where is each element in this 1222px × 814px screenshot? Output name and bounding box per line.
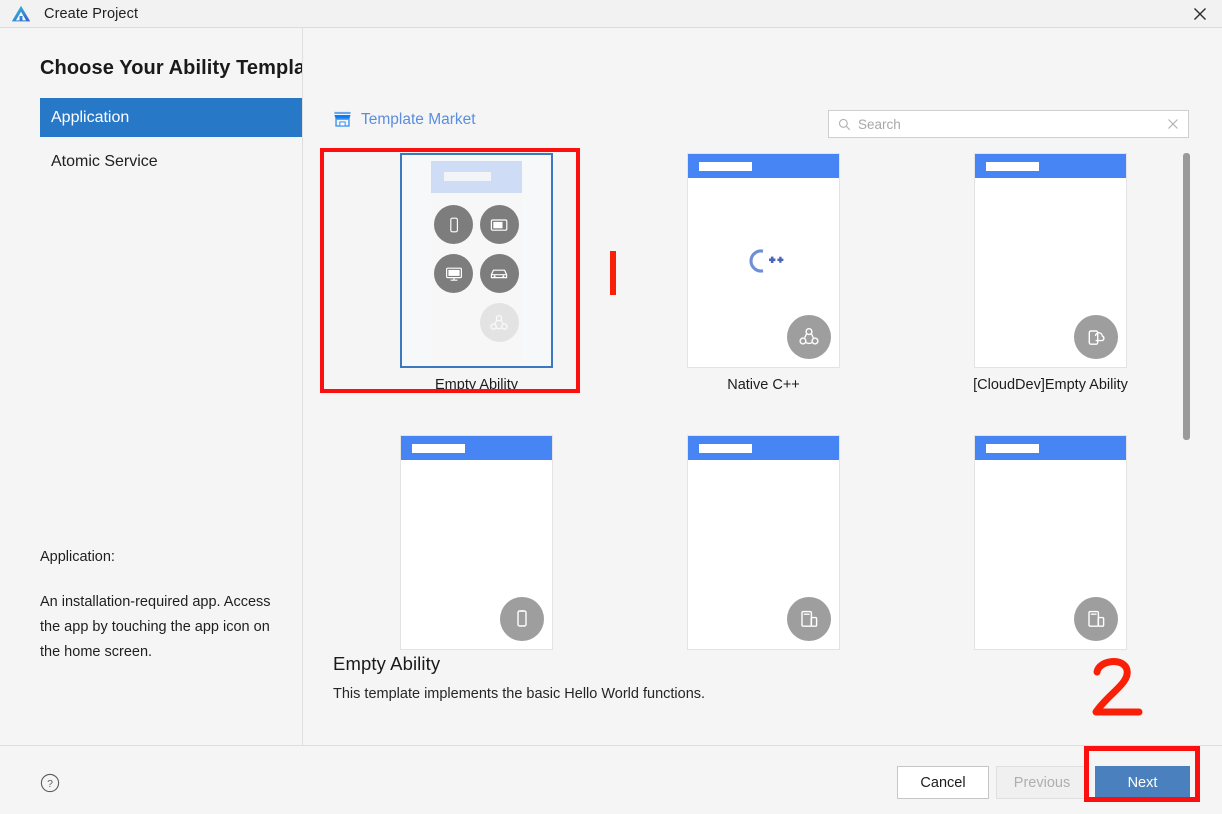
- preview-header-bar: [688, 154, 839, 178]
- preview-header-bar: [688, 436, 839, 460]
- preview-title-placeholder: [699, 444, 752, 453]
- sidebar-item-label: Atomic Service: [51, 152, 158, 170]
- tablet-phone-icon: [787, 597, 831, 641]
- close-button[interactable]: [1178, 0, 1222, 28]
- close-icon: [1194, 8, 1206, 20]
- template-card-label: [CloudDev]Empty Ability: [973, 377, 1128, 393]
- sidebar: Application Atomic Service Application: …: [0, 98, 302, 745]
- template-thumbnail: [400, 153, 553, 368]
- template-card-native-cpp[interactable]: Native C++: [620, 153, 907, 393]
- search-input[interactable]: [858, 116, 1166, 132]
- template-thumbnail: [974, 435, 1127, 650]
- close-icon[interactable]: [1166, 117, 1180, 131]
- sidebar-description: Application: An installation-required ap…: [40, 545, 285, 665]
- next-button[interactable]: Next: [1095, 766, 1190, 799]
- template-card-clouddev-empty-ability[interactable]: [CloudDev]Empty Ability: [907, 153, 1194, 393]
- template-grid-scrollbar[interactable]: [1182, 153, 1191, 661]
- search-icon: [838, 118, 851, 130]
- wearable-icon: [479, 303, 519, 342]
- sidebar-description-title: Application:: [40, 549, 115, 565]
- phone-icon: [500, 597, 544, 641]
- template-thumbnail: [974, 153, 1127, 368]
- preview-title-placeholder: [699, 162, 752, 171]
- template-thumbnail: [687, 153, 840, 368]
- template-grid-viewport: Empty Ability Native C++ [CloudDev]Empty…: [333, 153, 1194, 661]
- template-market-label: Template Market: [361, 110, 476, 128]
- sidebar-description-body: An installation-required app. Access the…: [40, 594, 271, 660]
- tablet-phone-icon: [1074, 597, 1118, 641]
- preview-header-bar: [401, 436, 552, 460]
- car-icon: [479, 254, 519, 293]
- tv-icon: [434, 254, 474, 293]
- scrollbar-thumb[interactable]: [1183, 153, 1190, 440]
- preview-header-bar: [975, 436, 1126, 460]
- template-card-row2-3[interactable]: [907, 435, 1194, 659]
- preview-header-bar: [975, 154, 1126, 178]
- phone-icon: [434, 205, 474, 244]
- template-detail-description: This template implements the basic Hello…: [333, 686, 706, 702]
- sidebar-item-label: Application: [51, 108, 130, 126]
- footer: ? Cancel Previous Next: [0, 746, 1222, 814]
- title-bar: Create Project: [0, 0, 1222, 28]
- template-card-label: Native C++: [727, 377, 800, 393]
- template-detail-title: Empty Ability: [333, 653, 441, 674]
- template-card-row2-1[interactable]: [333, 435, 620, 659]
- svg-text:?: ?: [47, 778, 53, 790]
- template-market-link[interactable]: Template Market: [333, 110, 476, 129]
- create-project-dialog: Create Project Choose Your Ability Templ…: [0, 0, 1222, 814]
- previous-button: Previous: [996, 766, 1088, 799]
- storefront-icon: [334, 111, 351, 127]
- template-grid: Empty Ability Native C++ [CloudDev]Empty…: [333, 153, 1194, 659]
- preview-title-placeholder: [986, 162, 1039, 171]
- page-title: Choose Your Ability Template: [40, 57, 324, 79]
- sidebar-item-application[interactable]: Application: [40, 98, 302, 137]
- multi-device-icon: [787, 315, 831, 359]
- help-icon[interactable]: ?: [40, 773, 60, 793]
- cancel-button[interactable]: Cancel: [897, 766, 989, 799]
- template-panel: Template Market Search Empty Ability Nat…: [303, 28, 1222, 745]
- sidebar-item-atomic-service[interactable]: Atomic Service: [40, 142, 302, 181]
- search-box[interactable]: [828, 110, 1189, 138]
- template-card-label: Empty Ability: [435, 377, 518, 393]
- device-icon-group: [431, 205, 522, 342]
- cloud-phone-icon: [1074, 315, 1118, 359]
- template-detail: Empty Ability This template implements t…: [333, 653, 933, 702]
- template-preview: [431, 161, 522, 363]
- preview-title-placeholder: [444, 172, 491, 181]
- preview-title-placeholder: [986, 444, 1039, 453]
- preview-title-placeholder: [412, 444, 465, 453]
- window-title: Create Project: [44, 5, 139, 22]
- template-thumbnail: [687, 435, 840, 650]
- template-card-empty-ability[interactable]: Empty Ability: [333, 153, 620, 393]
- deveco-logo-icon: [11, 5, 31, 21]
- cpp-logo-icon: [741, 246, 787, 276]
- tablet-icon: [479, 205, 519, 244]
- template-card-row2-2[interactable]: [620, 435, 907, 659]
- template-thumbnail: [400, 435, 553, 650]
